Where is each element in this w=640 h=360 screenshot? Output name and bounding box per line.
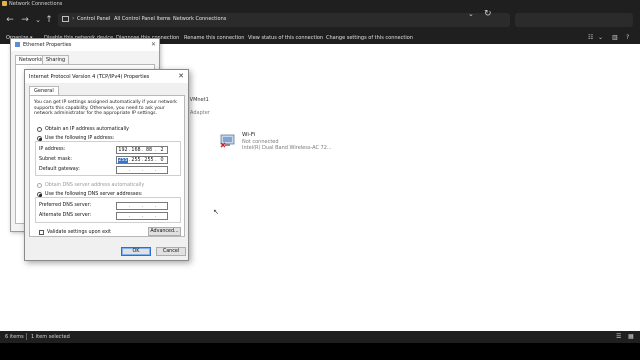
ip-octet-2: 168 <box>131 148 141 153</box>
subnet-mask-field[interactable]: 255 . 255 . 255 . 0 <box>116 156 168 164</box>
breadcrumb-network-connections[interactable]: Network Connections <box>173 16 226 22</box>
refresh-icon[interactable]: ↻ <box>484 9 492 19</box>
mouse-cursor-icon: ↖ <box>213 208 219 216</box>
alternate-dns-label: Alternate DNS server: <box>39 213 92 218</box>
octet-dot: . <box>142 168 144 173</box>
wifi-adapter-item[interactable]: Wi-Fi Not connected Intel(R) Dual Band W… <box>220 132 340 154</box>
ok-button[interactable]: OK <box>121 247 151 256</box>
help-icon[interactable]: ? <box>626 34 629 41</box>
vmnet-adapter-device: Adapter <box>190 110 210 116</box>
change-settings-button[interactable]: Change settings of this connection <box>326 35 413 41</box>
octet-dot: . <box>155 204 157 209</box>
status-bar: 6 items 1 item selected ☰ ▦ <box>0 331 640 343</box>
status-divider <box>26 333 27 340</box>
ethernet-dialog-header: Ethernet Properties ✕ <box>11 39 159 51</box>
breadcrumb-control-panel[interactable]: Control Panel <box>77 16 110 22</box>
preview-pane-icon[interactable]: ▥ <box>612 34 618 41</box>
address-dropdown-chevron-icon[interactable]: ⌄ <box>468 10 474 18</box>
tab-sharing[interactable]: Sharing <box>42 55 70 64</box>
view-status-button[interactable]: View status of this connection <box>248 35 323 41</box>
chevron-down-icon[interactable]: ⌄ <box>598 34 603 41</box>
preferred-dns-label: Preferred DNS server: <box>39 203 92 208</box>
alternate-dns-field[interactable]: . . . <box>116 212 168 220</box>
ip-octet-1: 192 <box>118 148 128 153</box>
octet-dot: . <box>142 204 144 209</box>
obtain-ip-auto-label[interactable]: Obtain an IP address automatically <box>45 127 129 132</box>
advanced-button[interactable]: Advanced... <box>148 227 181 236</box>
up-arrow-icon[interactable]: ↑ <box>43 14 55 26</box>
back-arrow-icon[interactable]: ← <box>4 14 16 26</box>
obtain-ip-auto-radio[interactable] <box>37 127 42 132</box>
tab-general[interactable]: General <box>29 86 59 95</box>
subnet-octet-1: 255 <box>118 158 128 163</box>
default-gateway-label: Default gateway: <box>39 167 80 172</box>
obtain-dns-auto-radio[interactable] <box>37 183 42 188</box>
rename-button[interactable]: Rename this connection <box>184 35 244 41</box>
large-icons-view-icon[interactable]: ▦ <box>628 333 634 340</box>
wifi-adapter-name: Wi-Fi <box>242 132 256 138</box>
ip-address-label: IP address: <box>39 147 66 152</box>
octet-dot: . <box>129 168 131 173</box>
navigation-bar: ← → ⌄ ↑ › Control Panel › All Control Pa… <box>0 8 640 32</box>
ethernet-dialog-title: Ethernet Properties <box>23 42 72 48</box>
validate-settings-checkbox[interactable] <box>39 230 44 235</box>
title-bar: Network Connections <box>0 0 640 8</box>
ipv4-dialog-header: Internet Protocol Version 4 (TCP/IPv4) P… <box>25 70 188 83</box>
details-view-icon[interactable]: ☰ <box>616 333 621 340</box>
breadcrumb-all-items[interactable]: All Control Panel Items <box>114 16 171 22</box>
item-count: 6 items <box>5 334 24 340</box>
general-tab-panel: You can get IP settings assigned automat… <box>29 95 185 237</box>
cancel-button[interactable]: Cancel <box>156 247 186 256</box>
search-input[interactable] <box>515 13 633 27</box>
window-title: Network Connections <box>9 1 63 7</box>
selection-count: 1 item selected <box>31 334 70 340</box>
octet-dot: . <box>155 214 157 219</box>
ip-settings-description: You can get IP settings assigned automat… <box>34 100 177 117</box>
subnet-octet-2: 255 <box>131 158 141 163</box>
control-panel-icon <box>62 16 69 22</box>
octet-dot: . <box>142 214 144 219</box>
ip-octet-3: 88 <box>145 148 153 153</box>
default-gateway-field[interactable]: . . . <box>116 166 168 174</box>
network-icon <box>15 42 20 47</box>
subnet-octet-3: 255 <box>144 158 154 163</box>
subnet-mask-label: Subnet mask: <box>39 157 73 162</box>
view-options-icon[interactable]: ☷ <box>588 34 593 41</box>
ip-octet-4: 2 <box>160 148 164 153</box>
preferred-dns-field[interactable]: . . . <box>116 202 168 210</box>
subnet-octet-4: 0 <box>160 158 164 163</box>
ipv4-properties-dialog[interactable]: Internet Protocol Version 4 (TCP/IPv4) P… <box>24 69 189 261</box>
octet-dot: . <box>129 204 131 209</box>
breadcrumb-separator: › <box>167 15 170 22</box>
bottom-letterbox <box>0 343 640 360</box>
ipv4-dialog-title: Internet Protocol Version 4 (TCP/IPv4) P… <box>29 74 150 80</box>
close-icon[interactable]: ✕ <box>178 72 184 80</box>
octet-dot: . <box>155 168 157 173</box>
forward-arrow-icon[interactable]: → <box>19 14 31 26</box>
ip-address-field[interactable]: 192 . 168 . 88 . 2 <box>116 146 168 154</box>
wifi-adapter-icon <box>220 134 235 148</box>
close-icon[interactable]: ✕ <box>151 41 156 48</box>
vmnet-adapter-name[interactable]: r VMnet1 <box>186 97 209 103</box>
folder-icon <box>2 1 7 6</box>
obtain-dns-auto-label[interactable]: Obtain DNS server address automatically <box>45 183 144 188</box>
validate-settings-label[interactable]: Validate settings upon exit <box>47 230 111 235</box>
breadcrumb-separator: › <box>108 15 111 22</box>
wifi-adapter-device: Intel(R) Dual Band Wireless-AC 72... <box>242 145 332 151</box>
address-bar[interactable]: › Control Panel › All Control Panel Item… <box>58 13 510 27</box>
breadcrumb-separator: › <box>72 15 75 22</box>
octet-dot: . <box>129 214 131 219</box>
